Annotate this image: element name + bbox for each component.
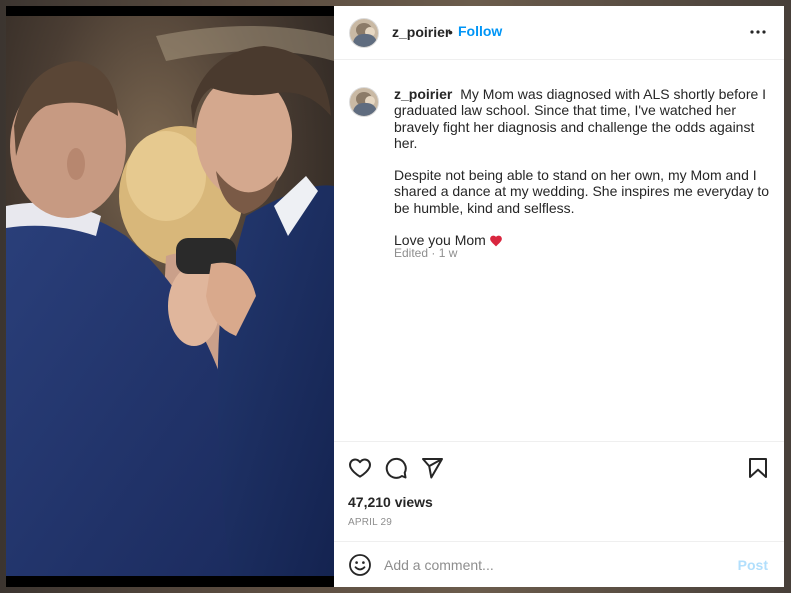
edited-timestamp: Edited · 1 w [394, 246, 458, 260]
post-modal: z_poirier • Follow z_poirier My Mom was … [6, 6, 784, 587]
bookmark-icon[interactable] [746, 456, 770, 480]
more-options-icon[interactable] [746, 20, 770, 44]
smiley-icon[interactable] [348, 553, 372, 577]
avatar[interactable] [349, 18, 379, 48]
red-heart-icon [489, 234, 503, 247]
post-details-panel: z_poirier • Follow z_poirier My Mom was … [334, 6, 784, 587]
comment-input[interactable] [384, 552, 724, 578]
caption-avatar[interactable] [349, 87, 379, 117]
caption-text: z_poirier My Mom was diagnosed with ALS … [394, 86, 770, 264]
caption-paragraph: z_poirier My Mom was diagnosed with ALS … [394, 86, 770, 151]
post-header: z_poirier • Follow [334, 6, 784, 60]
caption-paragraph-text: Despite not being able to stand on her o… [394, 167, 770, 216]
heart-icon[interactable] [348, 456, 372, 480]
caption-paragraph: Despite not being able to stand on her o… [394, 167, 770, 216]
post-button[interactable]: Post [738, 557, 768, 573]
comment-icon[interactable] [384, 456, 408, 480]
caption-username-link[interactable]: z_poirier [394, 86, 452, 102]
follow-button[interactable]: Follow [458, 23, 502, 39]
send-icon[interactable] [420, 456, 444, 480]
username-link[interactable]: z_poirier [392, 24, 450, 40]
action-bar: 47,210 views APRIL 29 [334, 441, 784, 542]
separator-dot: • [448, 24, 453, 40]
view-count[interactable]: 47,210 views [348, 494, 433, 510]
comment-bar: Post [334, 541, 784, 587]
post-caption: z_poirier My Mom was diagnosed with ALS … [334, 59, 784, 441]
post-photo[interactable] [6, 6, 334, 587]
post-date[interactable]: APRIL 29 [348, 517, 392, 528]
